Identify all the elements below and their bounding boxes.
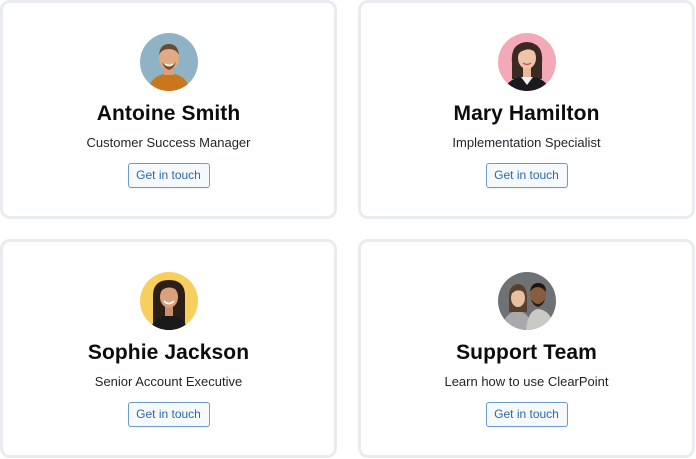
contact-card-antoine-smith: Antoine Smith Customer Success Manager G…: [0, 0, 337, 219]
avatar: [139, 33, 198, 91]
avatar-photo-support-team: [497, 272, 556, 330]
contact-role: Customer Success Manager: [86, 135, 251, 150]
avatar-photo-antoine: [139, 33, 198, 91]
get-in-touch-button[interactable]: Get in touch: [485, 402, 568, 427]
contact-role: Learn how to use ClearPoint: [444, 374, 609, 389]
get-in-touch-button[interactable]: Get in touch: [127, 163, 210, 188]
contact-role: Senior Account Executive: [94, 374, 243, 389]
avatar: [497, 272, 556, 330]
contact-card-sophie-jackson: Sophie Jackson Senior Account Executive …: [0, 239, 337, 458]
avatar: [139, 272, 198, 330]
get-in-touch-button[interactable]: Get in touch: [485, 163, 568, 188]
avatar-photo-sophie: [139, 272, 198, 330]
contact-cards-grid: Antoine Smith Customer Success Manager G…: [0, 0, 696, 459]
contact-name: Antoine Smith: [96, 102, 241, 125]
contact-card-support-team: Support Team Learn how to use ClearPoint…: [358, 239, 695, 458]
contact-name: Mary Hamilton: [453, 102, 600, 125]
avatar: [497, 33, 556, 91]
contact-card-mary-hamilton: Mary Hamilton Implementation Specialist …: [358, 0, 695, 219]
contact-role: Implementation Specialist: [452, 135, 601, 150]
get-in-touch-button[interactable]: Get in touch: [127, 402, 210, 427]
contact-name: Support Team: [456, 341, 597, 364]
contact-name: Sophie Jackson: [87, 341, 250, 364]
avatar-photo-mary: [497, 33, 556, 91]
